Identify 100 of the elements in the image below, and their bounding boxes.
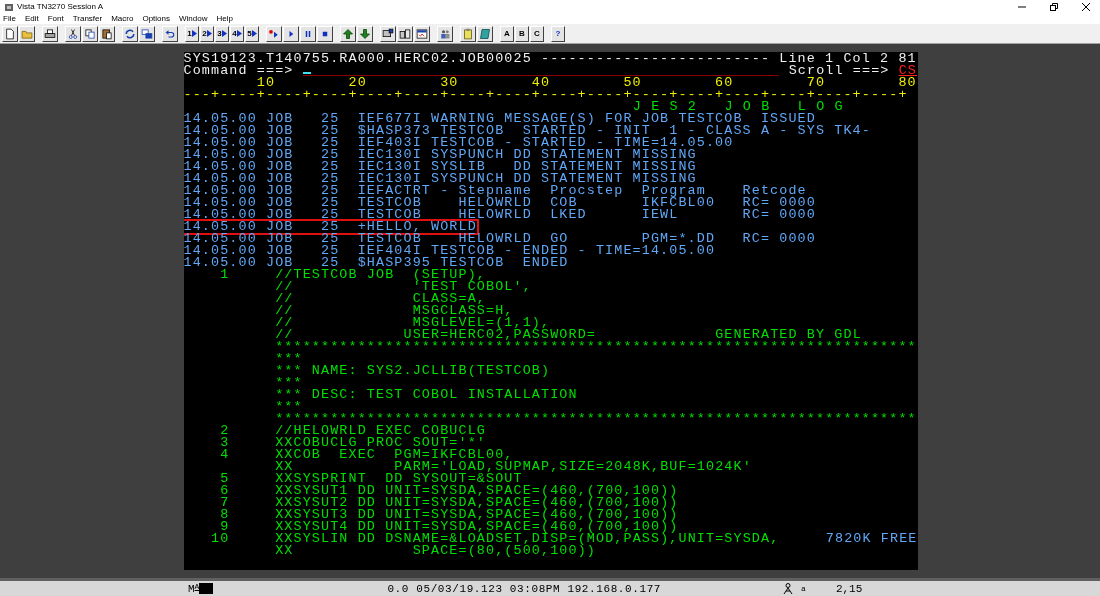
menu-item[interactable]: File — [3, 13, 16, 24]
menu-item[interactable]: Macro — [111, 13, 134, 24]
highlighted-log-line: 14.05.00 JOB 25 +HELLO, WORLD — [183, 221, 477, 233]
jcl-line: XXCOBUCLG PROC SOUT='*' — [275, 437, 486, 449]
log-line: 14.05.00 JOB 25 IEC130I SYSLIB DD STATEMENT MISSING — [183, 161, 697, 173]
status-indicator: A — [194, 582, 200, 591]
print-button[interactable] — [42, 25, 58, 42]
menu-item[interactable]: Options — [142, 13, 170, 24]
restore-icon — [1048, 1, 1059, 12]
macro-button[interactable]: 1 — [185, 25, 199, 42]
copy-icon — [84, 27, 96, 40]
jcl-line: // 'TEST COBOL', — [275, 281, 532, 293]
windows-icon — [141, 27, 153, 40]
header-line: SYS19123.T140755.RA000.HERC02.JOB00025 ------------------------- Line 1 Col 2 81 — [183, 53, 917, 65]
macro-button[interactable]: 5 — [245, 25, 259, 42]
log-title: J E S 2 J O B L O G — [632, 101, 844, 113]
circular-arrows-icon — [124, 27, 136, 40]
line-number: 2 — [219, 425, 230, 437]
keyboard-indicator: a — [801, 584, 806, 593]
line-number: 9 — [220, 521, 230, 533]
letter-key-button[interactable]: A — [500, 25, 514, 42]
cursor-block — [199, 583, 214, 594]
letter-key-button[interactable]: B — [515, 25, 529, 42]
pause-button[interactable] — [300, 25, 316, 42]
undo-icon — [164, 27, 176, 40]
window-title: Vista TN3270 Session A — [17, 2, 103, 11]
menu-item[interactable]: Window — [179, 13, 208, 24]
menu-item[interactable]: Transfer — [72, 13, 103, 24]
jcl-line: // MSGCLASS=H, — [275, 305, 514, 317]
jcl-line: ********************************************************************** — [275, 413, 917, 425]
log-line: 14.05.00 JOB 25 TESTCOB HELOWRLD LKED IEWL RC= 0000 — [183, 209, 816, 221]
download-button[interactable] — [357, 25, 373, 42]
paste-button[interactable] — [99, 25, 115, 42]
menu-item[interactable]: Font — [47, 13, 64, 24]
log-line: 14.05.00 JOB 25 IEC130I SYSPUNCH DD STATEMENT MISSING — [183, 149, 697, 161]
connection-info: 0.0 05/03/19.123 03:08PM 192.168.0.177 — [387, 582, 662, 595]
menu-item[interactable]: Edit — [24, 13, 39, 24]
boxes-icon — [399, 27, 411, 40]
log-line: 14.05.00 JOB 25 IEC130I SYSPUNCH DD STATEMENT MISSING — [183, 173, 697, 185]
reconnect-button[interactable] — [122, 25, 138, 42]
jcl-line: ********************************************************************** — [275, 341, 917, 353]
play-icon — [221, 30, 227, 37]
cut-button[interactable] — [65, 25, 81, 42]
play-icon — [236, 30, 242, 37]
person-icon — [783, 582, 794, 595]
copy-button[interactable] — [82, 25, 98, 42]
jcl-line: XXSYSLIN DD DSNAME=&LOADSET,DISP=(MOD,PASS),UNIT=SYSDA, — [275, 533, 780, 545]
record-icon — [268, 27, 280, 40]
log-line: 14.05.00 JOB 25 $HASP395 TESTCOB ENDED — [183, 257, 569, 269]
jcl-line: XXSYSUT1 DD UNIT=SYSDA,SPACE=(460,(700,100)) — [275, 485, 679, 497]
terminal-screen[interactable] — [183, 52, 918, 570]
help-button[interactable]: ? — [551, 25, 565, 42]
record-button[interactable] — [266, 25, 282, 42]
log-line: 14.05.00 JOB 25 IEF403I TESTCOB - STARTED - TIME=14.05.00 — [183, 137, 734, 149]
ruler-line: 10 20 30 40 50 60 70 80 — [255, 77, 917, 89]
jcl-line: XX SPACE=(80,(500,100)) — [275, 545, 596, 557]
line-number: 6 — [219, 485, 230, 497]
macro-button[interactable]: 4 — [230, 25, 244, 42]
jcl-line: *** NAME: SYS2.JCLLIB(TESTCOB) — [275, 365, 551, 377]
jcl-line: // MSGLEVEL=(1,1), — [275, 317, 551, 329]
open-button[interactable] — [19, 25, 35, 42]
jcl-line: XXSYSUT4 DD UNIT=SYSDA,SPACE=(460,(700,100)) — [275, 521, 679, 533]
cursor-position: 2,15 — [835, 582, 863, 595]
ruler-line: ---+----+----+----+----+----+----+----+----+----+----+----+----+----+----+----+ — [183, 89, 908, 101]
line-number: 10 — [210, 533, 230, 545]
line-number: 4 — [219, 449, 230, 461]
jcl-line: *** DESC: TEST COBOL INSTALLATION — [275, 389, 578, 401]
jcl-line: // USER=HERC02,PASSWORD= GENERATED BY GDL — [275, 329, 862, 341]
play-button[interactable] — [283, 25, 299, 42]
jcl-line: XXCOB EXEC PGM=IKFCBL00, — [275, 449, 514, 461]
jcl-line: XX PARM='LOAD,SUPMAP,SIZE=2048K,BUF=1024K' — [275, 461, 752, 473]
menu-item[interactable]: Help — [216, 13, 233, 24]
people-icon — [439, 27, 451, 40]
display-button[interactable] — [380, 25, 396, 42]
line-number: 8 — [219, 509, 230, 521]
jcl-line: XXSYSUT3 DD UNIT=SYSDA,SPACE=(460,(700,100)) — [275, 509, 679, 521]
book-button[interactable] — [477, 25, 493, 42]
book-icon — [479, 27, 491, 40]
letter-key-button[interactable]: C — [530, 25, 544, 42]
undo-button[interactable] — [162, 25, 178, 42]
layout-button[interactable] — [397, 25, 413, 42]
mode-indicator: M — [188, 582, 195, 595]
log-line: 14.05.00 JOB 25 $HASP373 TESTCOB STARTED - INIT 1 - CLASS A - SYS TK4- — [183, 125, 871, 137]
log-line: 14.05.00 JOB 25 IEFACTRT - Stepname Procstep Program Retcode — [183, 185, 807, 197]
jcl-line: *** — [275, 401, 303, 413]
macro-button[interactable]: 2 — [200, 25, 214, 42]
clipboard-button[interactable] — [460, 25, 476, 42]
window-button[interactable] — [414, 25, 430, 42]
users-button[interactable] — [437, 25, 453, 42]
printer-icon — [44, 27, 56, 40]
macro-button[interactable]: 3 — [215, 25, 229, 42]
new-button[interactable] — [2, 25, 18, 42]
upload-button[interactable] — [340, 25, 356, 42]
jcl-line: XXSYSUT2 DD UNIT=SYSDA,SPACE=(460,(700,100)) — [275, 497, 679, 509]
line-number: 7 — [219, 497, 230, 509]
stop-button[interactable] — [317, 25, 333, 42]
scroll-amount-field[interactable]: CS — [898, 65, 917, 77]
down-arrow-icon — [359, 27, 371, 40]
transfer-button[interactable] — [139, 25, 155, 42]
terminal-app-icon — [4, 1, 14, 12]
